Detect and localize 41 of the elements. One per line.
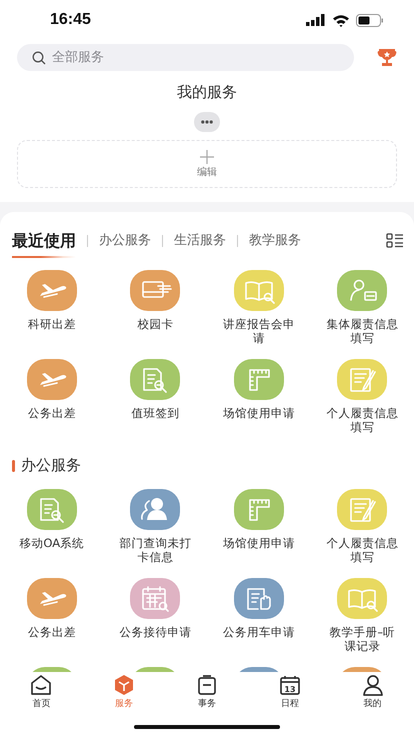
section-title: 我的服务 <box>176 83 238 102</box>
more-button[interactable] <box>194 112 220 132</box>
status-time: 16:45 <box>50 11 91 29</box>
wifi-icon <box>332 14 350 26</box>
service-item[interactable]: 集体履责信息填写 <box>310 270 414 345</box>
nav-tab[interactable]: 13 日程 <box>248 674 332 710</box>
service-item[interactable]: 讲座报告会申请 <box>207 270 310 345</box>
nav-tab[interactable]: 首页 <box>0 674 83 710</box>
service-item[interactable]: 公务出差 <box>0 578 104 653</box>
category-tab[interactable]: 办公服务 <box>99 224 151 258</box>
user-icon <box>360 674 385 696</box>
calendar-icon: 13 <box>278 674 302 696</box>
service-item[interactable]: 公务接待申请 <box>104 578 207 653</box>
category-tab[interactable]: 最近使用 <box>12 227 76 261</box>
signal-icon <box>306 14 326 26</box>
more-icon <box>201 120 213 124</box>
service-item[interactable]: 公务出差 <box>0 359 104 434</box>
plus-icon <box>200 150 214 164</box>
edit-button[interactable]: 编辑 <box>17 140 397 188</box>
section-title: 办公服务 <box>21 456 81 475</box>
trophy-icon[interactable] <box>376 48 398 68</box>
grid-list-icon[interactable] <box>386 233 404 249</box>
service-item[interactable]: 个人履责信息填写 <box>310 489 414 564</box>
service-item[interactable]: 公务用车申请 <box>207 578 310 653</box>
battery-icon <box>356 14 384 26</box>
search-field[interactable]: 全部服务 <box>17 44 354 71</box>
service-item[interactable]: 科研出差 <box>0 270 104 345</box>
category-tab[interactable]: 教学服务 <box>249 224 301 258</box>
service-item[interactable]: 个人履责信息填写 <box>310 359 414 434</box>
service-item[interactable]: 教学手册–听课记录 <box>310 578 414 653</box>
envelope-icon <box>29 674 54 696</box>
category-tab[interactable]: 生活服务 <box>174 224 226 258</box>
service-item[interactable]: 场馆使用申请 <box>207 489 310 564</box>
service-item[interactable]: 校园卡 <box>104 270 207 345</box>
search-icon <box>32 51 46 65</box>
service-item[interactable]: 值班签到 <box>104 359 207 434</box>
service-item[interactable]: 部门查询未打卡信息 <box>104 489 207 564</box>
service-item[interactable]: 移动OA系统 <box>0 489 104 564</box>
nav-tab[interactable]: 我的 <box>331 674 414 710</box>
nav-tab[interactable]: 事务 <box>166 674 248 710</box>
service-item[interactable]: 场馆使用申请 <box>207 359 310 434</box>
